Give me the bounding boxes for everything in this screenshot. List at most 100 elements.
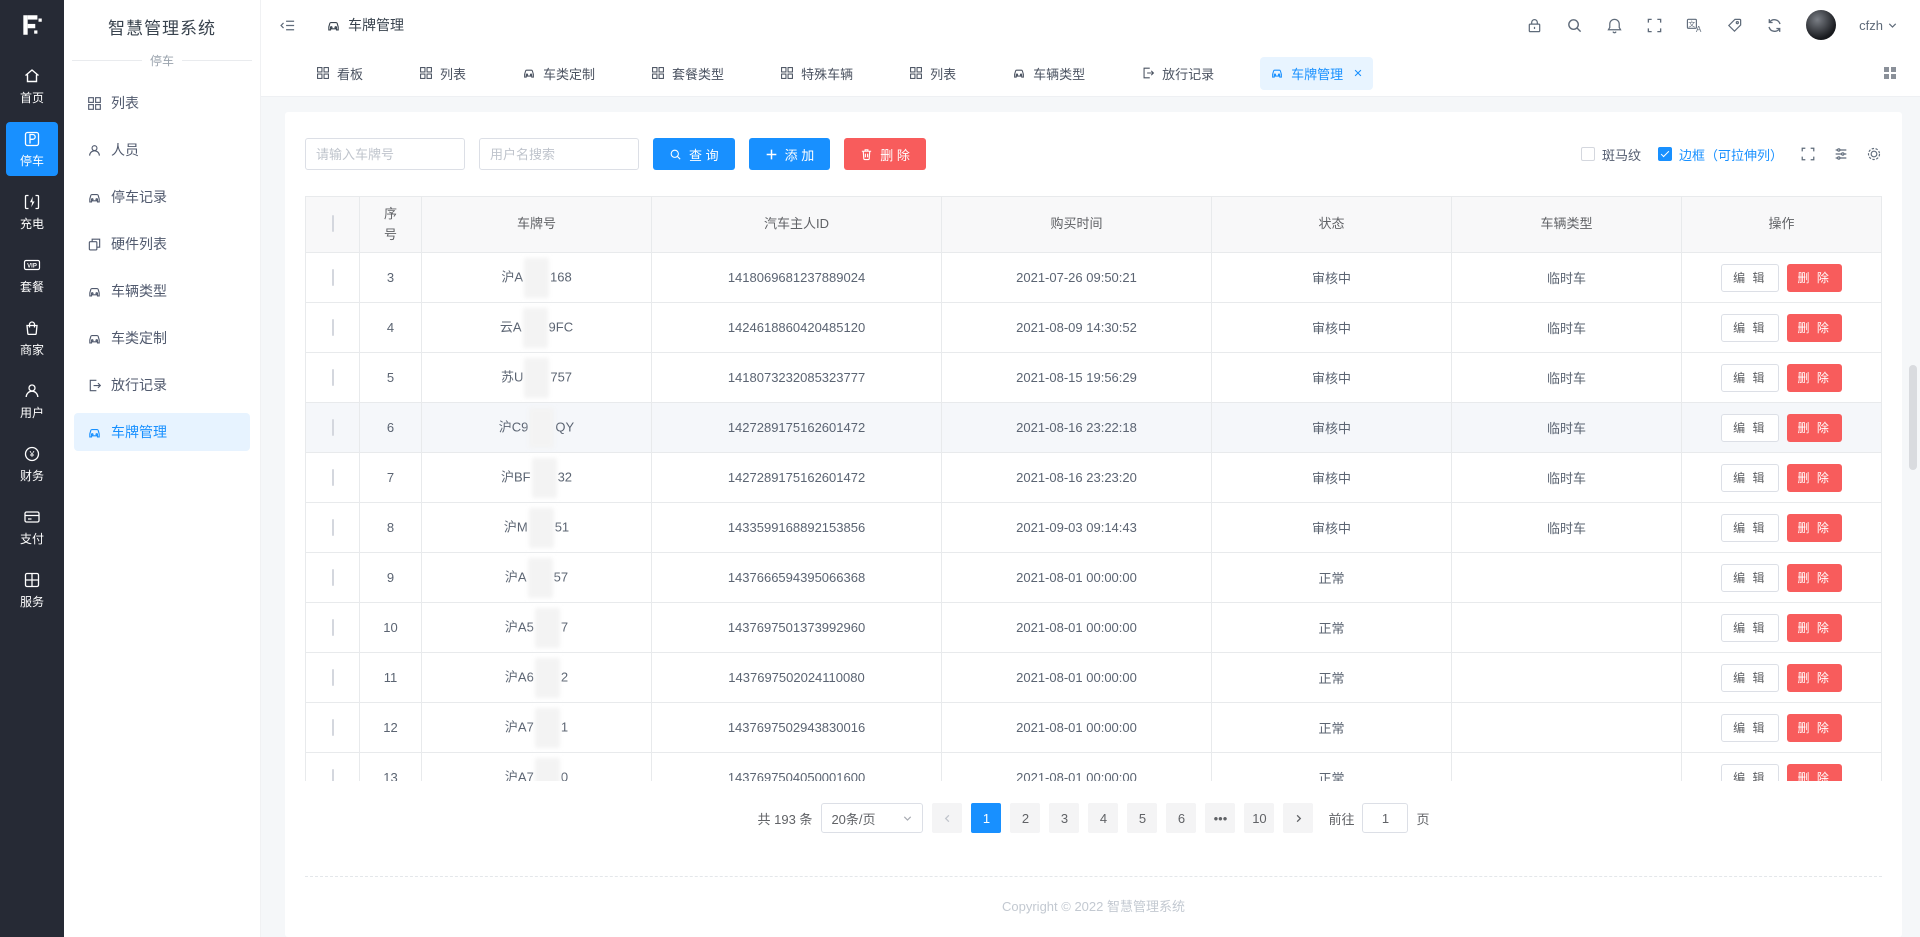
tab-special-vehicle[interactable]: 特殊车辆: [770, 57, 863, 90]
zebra-checkbox[interactable]: [1581, 147, 1595, 161]
col-seq: 序号: [360, 197, 422, 253]
submenu-item-plate-management[interactable]: 车牌管理: [74, 413, 250, 451]
rail-item-parking[interactable]: 停车: [6, 122, 58, 176]
submenu-item-hardware-list[interactable]: 硬件列表: [74, 225, 250, 263]
edit-button[interactable]: 编 辑: [1721, 314, 1778, 342]
table-row: 10沪A5714376975013739929602021-08-01 00:0…: [306, 603, 1882, 653]
row-checkbox[interactable]: [332, 519, 334, 536]
page-button-4[interactable]: 4: [1088, 803, 1118, 833]
rail-item-package[interactable]: VIP套餐: [6, 248, 58, 302]
row-checkbox[interactable]: [332, 369, 334, 386]
row-checkbox[interactable]: [332, 669, 334, 686]
submenu-item-parking-records[interactable]: 停车记录: [74, 178, 250, 216]
edit-button[interactable]: 编 辑: [1721, 364, 1778, 392]
goto-page-input[interactable]: [1362, 803, 1408, 833]
delete-row-button[interactable]: 删 除: [1787, 414, 1842, 442]
submenu-item-personnel[interactable]: 人员: [74, 131, 250, 169]
delete-row-button[interactable]: 删 除: [1787, 264, 1842, 292]
page-scrollbar[interactable]: [1909, 365, 1917, 470]
lock-icon[interactable]: [1526, 17, 1543, 34]
tab-plate-management[interactable]: 车牌管理: [1260, 57, 1373, 90]
edit-button[interactable]: 编 辑: [1721, 614, 1778, 642]
zebra-checkbox-group[interactable]: 斑马纹: [1581, 145, 1641, 164]
fullscreen-icon[interactable]: [1646, 17, 1663, 34]
tab-dashboard[interactable]: 看板: [306, 57, 373, 90]
tab-close-icon[interactable]: [1353, 68, 1363, 78]
page-ellipsis[interactable]: •••: [1205, 803, 1235, 833]
rail-item-payment[interactable]: 支付: [6, 500, 58, 554]
rail-item-finance[interactable]: ¥财务: [6, 437, 58, 491]
tab-list[interactable]: 列表: [409, 57, 476, 90]
page-button-6[interactable]: 6: [1166, 803, 1196, 833]
row-checkbox[interactable]: [332, 469, 334, 486]
search-icon[interactable]: [1566, 17, 1583, 34]
rail-item-charge[interactable]: 充电: [6, 185, 58, 239]
tab-package-type[interactable]: 套餐类型: [641, 57, 734, 90]
tag-icon[interactable]: [1726, 17, 1743, 34]
column-settings-icon[interactable]: [1833, 146, 1849, 162]
prev-page-button[interactable]: [932, 803, 962, 833]
delete-row-button[interactable]: 删 除: [1787, 564, 1842, 592]
submenu-item-vehicle-custom[interactable]: 车类定制: [74, 319, 250, 357]
row-checkbox[interactable]: [332, 319, 334, 336]
rail-item-home[interactable]: 首页: [6, 59, 58, 113]
delete-row-button[interactable]: 删 除: [1787, 764, 1842, 782]
edit-button[interactable]: 编 辑: [1721, 464, 1778, 492]
rail-item-merchant[interactable]: 商家: [6, 311, 58, 365]
tab-vehicle-type[interactable]: 车辆类型: [1002, 57, 1095, 90]
page-button-10[interactable]: 10: [1244, 803, 1274, 833]
query-button[interactable]: 查 询: [653, 138, 735, 170]
delete-row-button[interactable]: 删 除: [1787, 664, 1842, 692]
username-search-input[interactable]: [479, 138, 639, 170]
tab-vehicle-custom[interactable]: 车类定制: [512, 57, 605, 90]
edit-button[interactable]: 编 辑: [1721, 414, 1778, 442]
delete-row-button[interactable]: 删 除: [1787, 614, 1842, 642]
user-menu[interactable]: cfzh: [1859, 18, 1898, 33]
submenu-item-vehicle-type[interactable]: 车辆类型: [74, 272, 250, 310]
edit-button[interactable]: 编 辑: [1721, 764, 1778, 782]
delete-row-button[interactable]: 删 除: [1787, 464, 1842, 492]
avatar[interactable]: [1806, 10, 1836, 40]
bell-icon[interactable]: [1606, 17, 1623, 34]
tab-release-records[interactable]: 放行记录: [1131, 57, 1224, 90]
delete-button[interactable]: 删 除: [844, 138, 926, 170]
gear-icon[interactable]: [1866, 146, 1882, 162]
plate-search-input[interactable]: [305, 138, 465, 170]
page-size-select[interactable]: 20条/页: [821, 803, 923, 833]
row-checkbox[interactable]: [332, 419, 334, 436]
delete-row-button[interactable]: 删 除: [1787, 514, 1842, 542]
row-checkbox[interactable]: [332, 269, 334, 286]
rail-item-service[interactable]: 服务: [6, 563, 58, 617]
delete-row-button[interactable]: 删 除: [1787, 364, 1842, 392]
border-checkbox-group[interactable]: 边框（可拉伸列）: [1658, 145, 1783, 164]
page-button-5[interactable]: 5: [1127, 803, 1157, 833]
translate-icon[interactable]: 文A: [1686, 17, 1703, 34]
delete-row-button[interactable]: 删 除: [1787, 314, 1842, 342]
edit-button[interactable]: 编 辑: [1721, 264, 1778, 292]
submenu-item-release-records[interactable]: 放行记录: [74, 366, 250, 404]
rail-item-user[interactable]: 用户: [6, 374, 58, 428]
row-checkbox[interactable]: [332, 619, 334, 636]
fullscreen-table-icon[interactable]: [1800, 146, 1816, 162]
row-checkbox[interactable]: [332, 569, 334, 586]
edit-button[interactable]: 编 辑: [1721, 564, 1778, 592]
submenu-item-list[interactable]: 列表: [74, 84, 250, 122]
refresh-icon[interactable]: [1766, 17, 1783, 34]
border-checkbox[interactable]: [1658, 147, 1672, 161]
select-all-checkbox[interactable]: [332, 215, 334, 232]
app-logo[interactable]: [0, 0, 64, 50]
row-checkbox[interactable]: [332, 769, 334, 781]
page-button-3[interactable]: 3: [1049, 803, 1079, 833]
page-button-2[interactable]: 2: [1010, 803, 1040, 833]
edit-button[interactable]: 编 辑: [1721, 664, 1778, 692]
page-button-1[interactable]: 1: [971, 803, 1001, 833]
next-page-button[interactable]: [1283, 803, 1313, 833]
edit-button[interactable]: 编 辑: [1721, 714, 1778, 742]
collapse-sidebar-icon[interactable]: [279, 17, 296, 34]
row-checkbox[interactable]: [332, 719, 334, 736]
delete-row-button[interactable]: 删 除: [1787, 714, 1842, 742]
tab-list-2[interactable]: 列表: [899, 57, 966, 90]
tab-overview-grid-icon[interactable]: [1882, 65, 1898, 81]
edit-button[interactable]: 编 辑: [1721, 514, 1778, 542]
add-button[interactable]: 添 加: [749, 138, 831, 170]
